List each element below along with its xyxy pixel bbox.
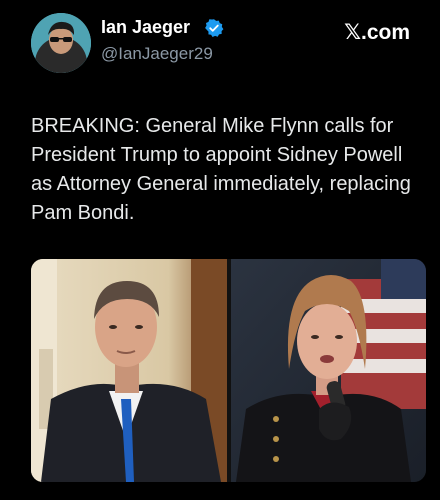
verified-badge-icon (205, 19, 224, 37)
photo-right[interactable] (231, 259, 426, 482)
photo-woman-speaking-microphone-icon (231, 259, 426, 482)
author-name[interactable]: Ian Jaeger (101, 17, 190, 38)
tweet-text: BREAKING: General Mike Flynn calls for P… (31, 115, 411, 224)
tweet-header: Ian Jaeger @IanJaeger29 𝕏.com (0, 0, 440, 90)
avatar[interactable] (31, 13, 91, 73)
tweet-media[interactable] (31, 259, 426, 482)
platform-label: 𝕏.com (344, 21, 410, 44)
avatar-image-icon (31, 13, 91, 73)
author-handle[interactable]: @IanJaeger29 (101, 44, 213, 64)
photo-left[interactable] (31, 259, 227, 482)
photo-man-dark-suit-blue-tie-icon (31, 259, 227, 482)
